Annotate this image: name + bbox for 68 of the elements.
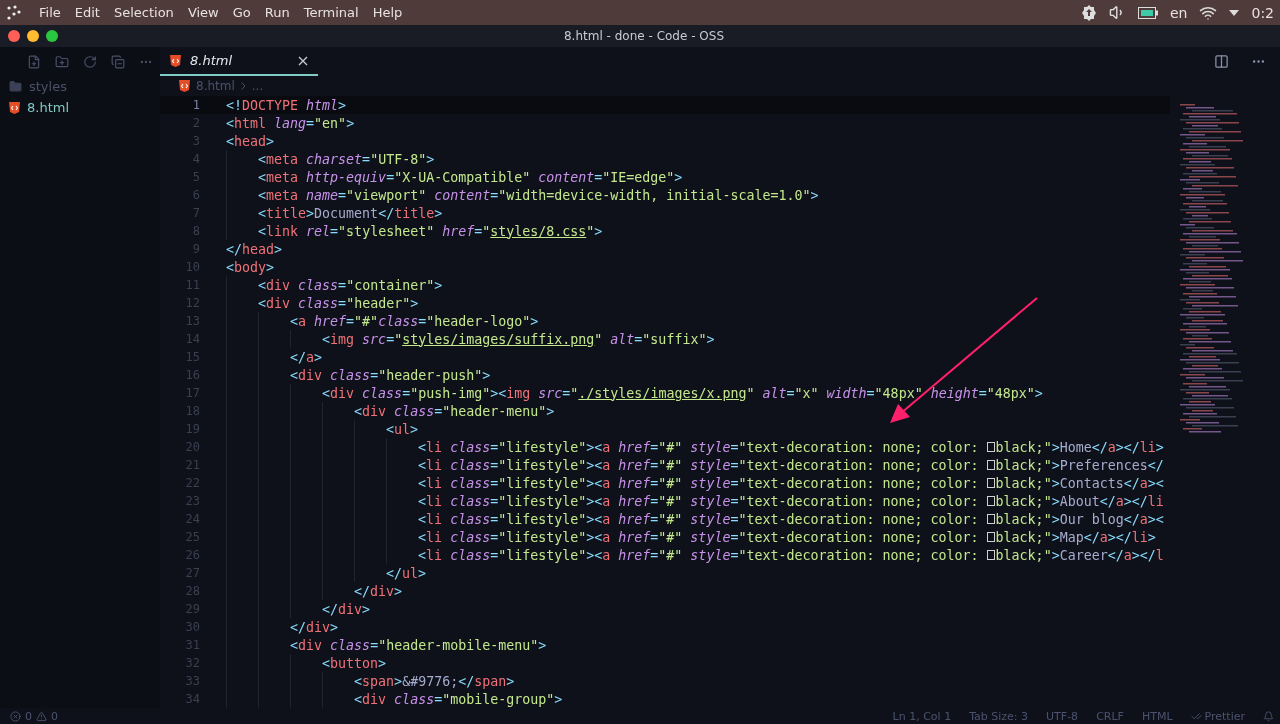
menu-item[interactable]: View: [180, 5, 226, 20]
code-line: <body>: [226, 258, 275, 276]
check-icon: [1190, 710, 1202, 722]
code-line: <link rel="stylesheet" href="styles/8.css">: [226, 222, 603, 240]
line-number: 1: [191, 98, 200, 112]
file-name: 8.html: [27, 100, 69, 115]
app-menu-icon[interactable]: [6, 4, 22, 21]
chevron-icon: [240, 82, 246, 90]
code-line: </div>: [226, 582, 403, 600]
code-line: <meta charset="UTF-8">: [226, 150, 435, 168]
maximize-button[interactable]: [46, 30, 58, 42]
menu-item[interactable]: Edit: [67, 5, 107, 20]
code-line: <li class="lifestyle"><a href="#" style="text-decoration: none; color: black;">Career</a></l: [226, 546, 1164, 564]
code-line: <head>: [226, 132, 275, 150]
code-line: <!DOCTYPE html>: [226, 96, 347, 114]
html-file-icon: [9, 101, 20, 114]
code-line: </a>: [226, 348, 323, 366]
code-line: </ul>: [226, 564, 427, 582]
split-editor-icon[interactable]: [1214, 54, 1229, 69]
html-file-icon: [179, 80, 190, 92]
file-name: styles: [29, 79, 67, 94]
code-line: <div class="header-mobile-menu">: [226, 636, 547, 654]
menu-item[interactable]: Go: [225, 5, 258, 20]
code-line: <div class="push-img"><img src="./styles/images/x.png" alt="x" width="48px" height="48px">: [226, 384, 1043, 402]
code-line: <button>: [226, 654, 387, 672]
clock[interactable]: 0:2: [1251, 4, 1274, 21]
code-line: <img src="styles/images/suffix.png" alt="suffix">: [226, 330, 715, 348]
code-line: </head>: [226, 240, 283, 258]
code-line: <li class="lifestyle"><a href="#" style="text-decoration: none; color: black;">Our blog</a><: [226, 510, 1164, 528]
close-icon[interactable]: [298, 55, 308, 66]
code-line: <a href="#"class="header-logo">: [226, 312, 539, 330]
menu-item[interactable]: Run: [257, 5, 297, 20]
code-line: <span>&#9776;</span>: [226, 672, 515, 690]
status-label: Prettier: [1204, 709, 1245, 723]
keyboard-language[interactable]: en: [1169, 4, 1188, 21]
code-line: <div class="container">: [226, 276, 443, 294]
new-folder-icon[interactable]: [55, 54, 69, 69]
update-icon[interactable]: [1080, 4, 1097, 21]
code-line: <html lang="en">: [226, 114, 355, 132]
code-line: <div class="header-push">: [226, 366, 491, 384]
menu-item[interactable]: Terminal: [296, 5, 366, 20]
code-line: </div>: [226, 600, 371, 618]
editor-tab[interactable]: 8.html: [160, 47, 318, 76]
explorer-item[interactable]: 8.html: [0, 97, 160, 118]
menu-item[interactable]: Help: [365, 5, 410, 20]
menu-item[interactable]: Selection: [106, 5, 181, 20]
close-button[interactable]: [8, 30, 20, 42]
folder-icon: [9, 80, 22, 93]
code-line: <li class="lifestyle"><a href="#" style="text-decoration: none; color: black;">Map</a></li>: [226, 528, 1156, 546]
code-line: <li class="lifestyle"><a href="#" style="text-decoration: none; color: black;">Home</a></li>: [226, 438, 1164, 456]
battery-icon[interactable]: [1137, 6, 1158, 19]
html-file-icon: [170, 54, 181, 67]
menu-item[interactable]: File: [32, 5, 68, 20]
code-line: <div class="header-menu">: [226, 402, 555, 420]
code-line: <ul>: [226, 420, 419, 438]
window-title: 8.html - done - Code - OSS: [564, 29, 724, 43]
code-line: <meta http-equiv="X-UA-Compatible" content="IE=edge">: [226, 168, 683, 186]
code-line: <title>Document</title>: [226, 204, 443, 222]
tab-label: 8.html: [190, 53, 233, 68]
code-line: <div class="header">: [226, 294, 419, 312]
collapse-icon[interactable]: [111, 54, 125, 69]
code-line: <meta name="viewport" content="width=device-width, initial-scale=1.0">: [226, 186, 819, 204]
code-line: <li class="lifestyle"><a href="#" style="text-decoration: none; color: black;">Preferences</: [226, 456, 1164, 474]
code-line: <li class="lifestyle"><a href="#" style="text-decoration: none; color: black;">Contacts</a><: [226, 474, 1164, 492]
code-line: <li class="lifestyle"><a href="#" style="text-decoration: none; color: black;">About</a></li: [226, 492, 1164, 510]
caret-icon[interactable]: [1229, 9, 1240, 16]
minimize-button[interactable]: [27, 30, 39, 42]
code-line: </div>: [226, 618, 339, 636]
